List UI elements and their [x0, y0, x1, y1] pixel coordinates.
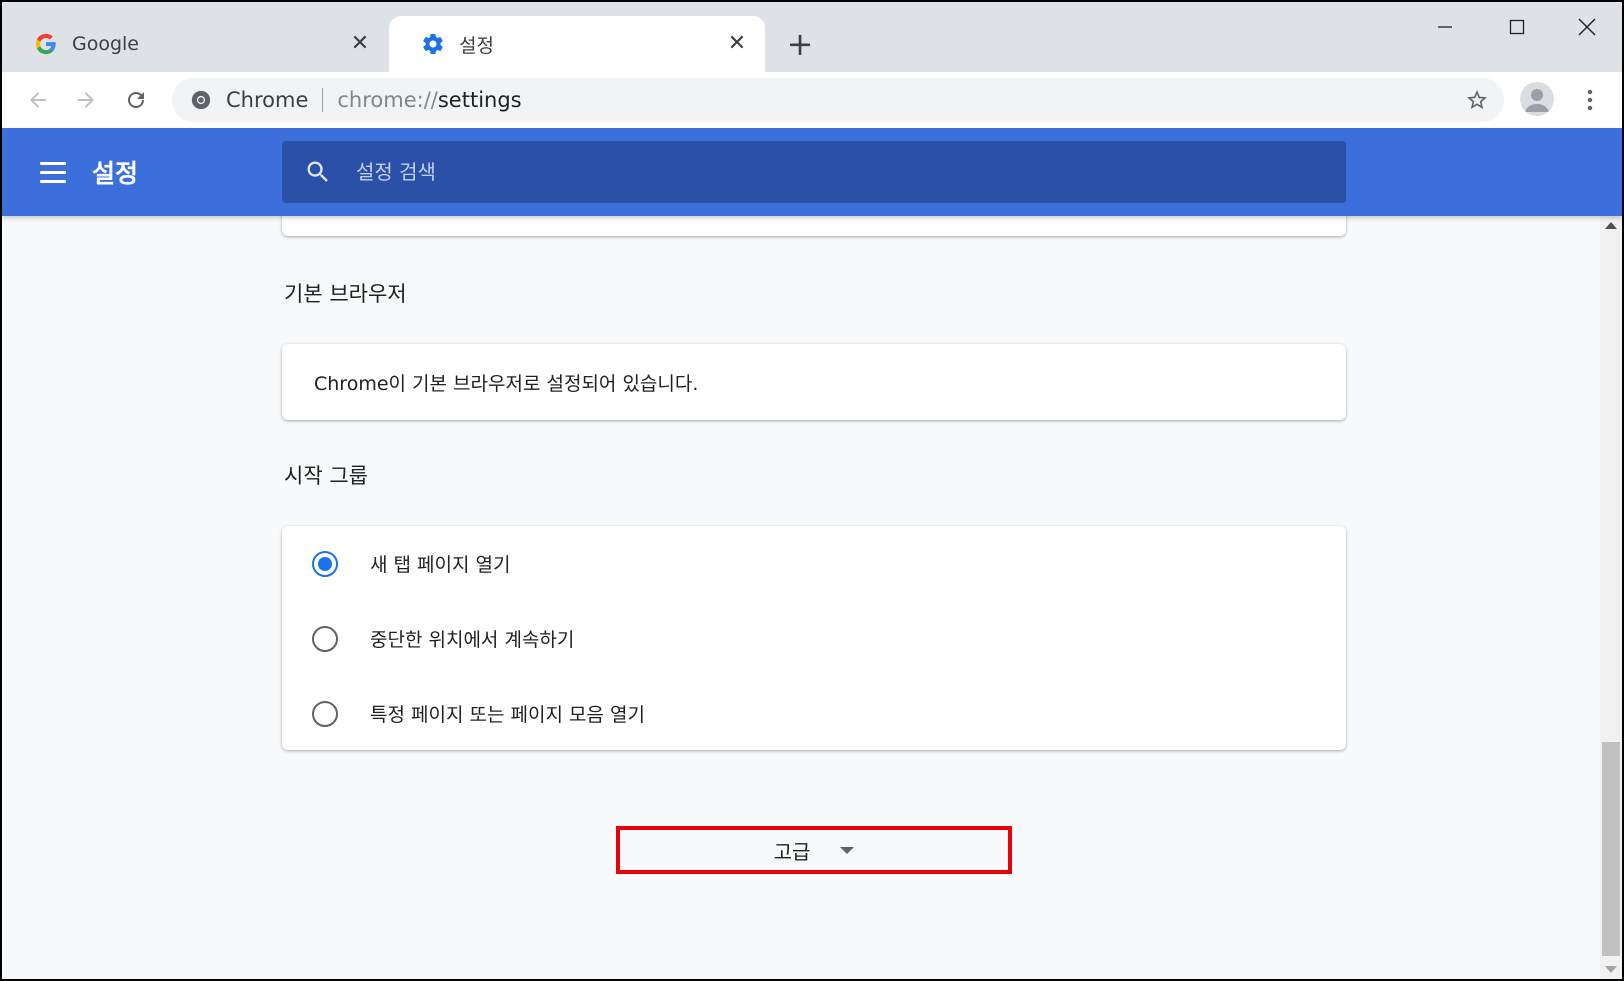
forward-arrow-icon[interactable]: [66, 80, 106, 120]
search-icon: [304, 158, 332, 186]
tab-strip: Google ✕ 설정 ✕ +: [2, 2, 1622, 72]
startup-option-specific-pages[interactable]: 특정 페이지 또는 페이지 모음 열기: [282, 676, 1346, 751]
reload-icon[interactable]: [116, 80, 156, 120]
radio-button[interactable]: [312, 625, 338, 652]
address-bar[interactable]: Chrome chrome://settings: [172, 78, 1504, 122]
default-browser-status: Chrome이 기본 브라우저로 설정되어 있습니다.: [314, 372, 699, 395]
minimize-icon[interactable]: [1410, 2, 1480, 52]
back-arrow-icon[interactable]: [18, 80, 58, 120]
tab-title: 설정: [459, 34, 494, 57]
page-title: 설정: [92, 159, 139, 188]
chrome-logo-icon: [190, 89, 212, 111]
close-icon[interactable]: ✕: [723, 30, 751, 58]
radio-button[interactable]: [312, 700, 338, 727]
gear-icon: [421, 32, 445, 56]
hamburger-menu-icon[interactable]: [40, 156, 72, 188]
google-logo-icon: [34, 32, 58, 56]
startup-card: 새 탭 페이지 열기 중단한 위치에서 계속하기 특정 페이지 또는 페이지 모…: [282, 526, 1346, 750]
section-title-default-browser: 기본 브라우저: [284, 282, 407, 306]
radio-label: 특정 페이지 또는 페이지 모음 열기: [370, 704, 645, 726]
scroll-up-arrow-icon[interactable]: [1605, 222, 1617, 229]
settings-content: 기본 브라우저 Chrome이 기본 브라우저로 설정되어 있습니다. 시작 그…: [2, 216, 1600, 979]
startup-option-new-tab[interactable]: 새 탭 페이지 열기: [282, 526, 1346, 601]
previous-section-card: [282, 216, 1346, 236]
vertical-scrollbar[interactable]: [1600, 216, 1622, 979]
maximize-icon[interactable]: [1482, 2, 1552, 52]
tab-title: Google: [72, 33, 140, 55]
section-title-startup: 시작 그룹: [284, 464, 368, 488]
scroll-down-arrow-icon[interactable]: [1605, 966, 1617, 973]
dropdown-caret-icon: [840, 846, 855, 854]
window-close-icon[interactable]: [1552, 2, 1622, 52]
profile-avatar-icon[interactable]: [1520, 82, 1554, 116]
new-tab-plus-icon[interactable]: +: [780, 24, 820, 64]
scrollbar-thumb[interactable]: [1602, 742, 1620, 956]
settings-search[interactable]: [282, 141, 1346, 203]
radio-label: 새 탭 페이지 열기: [370, 554, 511, 576]
bookmark-star-icon[interactable]: [1464, 87, 1490, 113]
more-menu-icon[interactable]: [1570, 80, 1610, 120]
search-input[interactable]: [356, 160, 1256, 184]
browser-window: Google ✕ 설정 ✕ + Chrome chrome:// setting…: [2, 2, 1622, 979]
tab-google[interactable]: Google ✕: [2, 16, 388, 72]
address-chip: Chrome: [226, 88, 309, 112]
url-scheme: chrome://: [337, 88, 438, 112]
default-browser-card: Chrome이 기본 브라우저로 설정되어 있습니다.: [282, 344, 1346, 420]
tab-settings[interactable]: 설정 ✕: [389, 16, 765, 72]
startup-option-continue[interactable]: 중단한 위치에서 계속하기: [282, 601, 1346, 676]
advanced-button[interactable]: 고급: [616, 826, 1012, 874]
advanced-label: 고급: [773, 839, 811, 864]
toolbar: Chrome chrome://settings: [2, 72, 1622, 128]
radio-label: 중단한 위치에서 계속하기: [370, 629, 575, 651]
radio-button-checked[interactable]: [312, 550, 338, 577]
settings-header: 설정: [2, 128, 1622, 216]
address-separator: [322, 88, 324, 112]
close-icon[interactable]: ✕: [346, 30, 374, 58]
url-host: settings: [437, 88, 522, 112]
